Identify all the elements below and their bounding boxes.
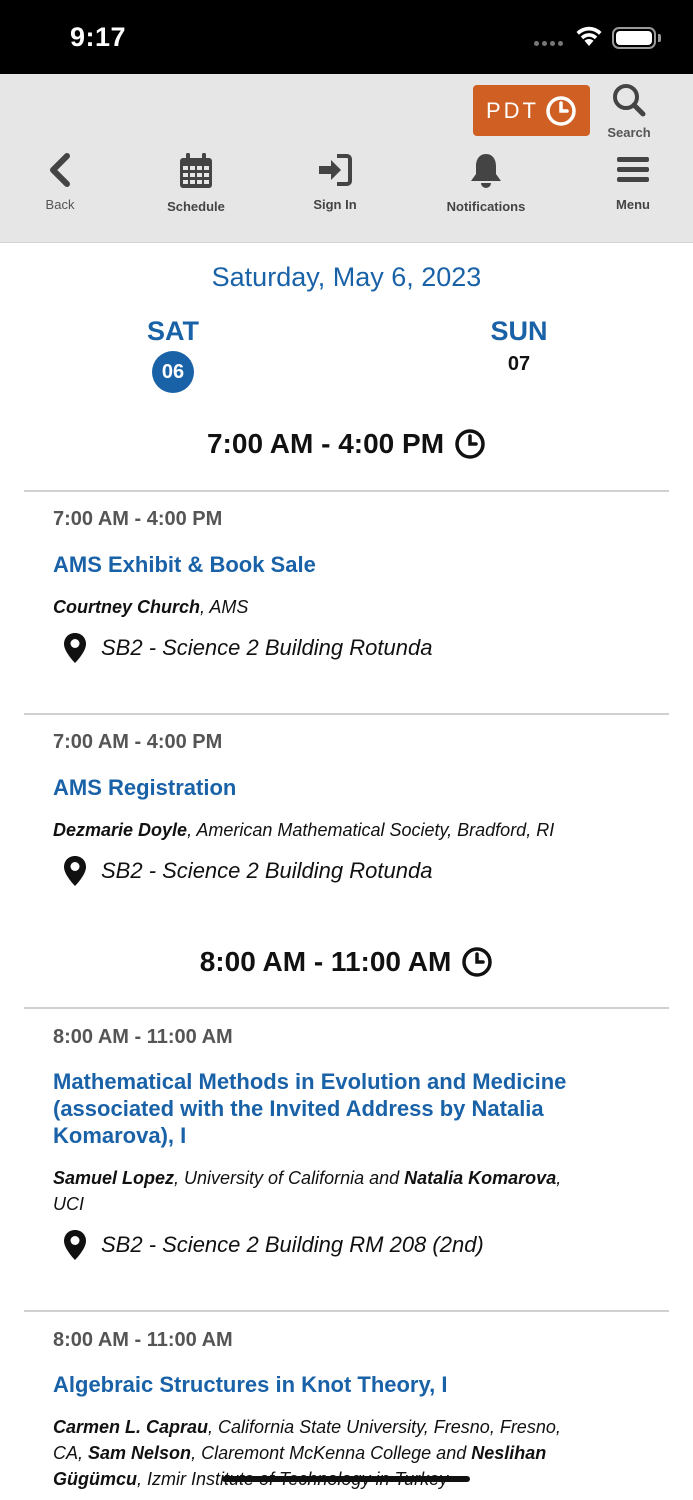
time-block-header: 8:00 AM - 11:00 AM bbox=[0, 946, 693, 978]
notifications-label: Notifications bbox=[446, 199, 526, 214]
clock-icon bbox=[546, 95, 576, 126]
person-affiliation: , AMS bbox=[200, 597, 249, 617]
day-tab-label: SAT bbox=[147, 316, 199, 346]
session-location: SB2 - Science 2 Building Rotunda bbox=[63, 855, 653, 887]
status-time: 9:17 bbox=[70, 22, 127, 52]
map-pin-icon bbox=[64, 856, 86, 886]
back-label: Back bbox=[45, 197, 75, 212]
divider bbox=[24, 713, 669, 715]
person-name: Samuel Lopez bbox=[53, 1168, 175, 1188]
divider bbox=[24, 1310, 669, 1312]
person-affiliation: , University of California and bbox=[174, 1168, 405, 1188]
location-text: SB2 - Science 2 Building Rotunda bbox=[101, 635, 433, 660]
session-time: 8:00 AM - 11:00 AM bbox=[53, 1026, 233, 1048]
sign-in-button[interactable]: Sign In bbox=[280, 152, 390, 212]
person-affiliation: , Claremont McKenna College and bbox=[191, 1443, 472, 1463]
chevron-left-icon bbox=[50, 153, 70, 187]
session-location: SB2 - Science 2 Building Rotunda bbox=[63, 632, 653, 664]
person-affiliation: UCI bbox=[53, 1194, 84, 1214]
person-name: Carmen L. Caprau bbox=[53, 1417, 209, 1437]
divider bbox=[24, 490, 669, 492]
person-name: Sam Nelson bbox=[88, 1443, 192, 1463]
time-block-header: 7:00 AM - 4:00 PM bbox=[0, 428, 693, 460]
person-affiliation: , American Mathematical Society, Bradfor… bbox=[187, 820, 555, 840]
session-title-line: (associated with the Invited Address by … bbox=[53, 1096, 544, 1121]
time-block-label: 8:00 AM - 11:00 AM bbox=[199, 946, 452, 977]
day-tab-sat[interactable]: SAT 06 bbox=[113, 316, 233, 393]
person-name: Dezmarie Doyle bbox=[53, 820, 188, 840]
session-title-line: Komarova), I bbox=[53, 1123, 187, 1148]
session-title[interactable]: Algebraic Structures in Knot Theory, I bbox=[53, 1371, 653, 1398]
session-item[interactable]: 7:00 AM - 4:00 PM AMS Registration Dezma… bbox=[53, 731, 653, 887]
map-pin-icon bbox=[64, 1230, 86, 1260]
battery-tip bbox=[658, 34, 661, 42]
timezone-label: PDT bbox=[486, 97, 539, 123]
person-name: Neslihan bbox=[471, 1443, 547, 1463]
notifications-button[interactable]: Notifications bbox=[431, 152, 541, 214]
time-block-label: 7:00 AM - 4:00 PM bbox=[206, 428, 445, 459]
hamburger-menu-icon bbox=[617, 157, 649, 182]
session-people: Dezmarie Doyle, American Mathematical So… bbox=[53, 817, 653, 843]
location-text: SB2 - Science 2 Building RM 208 (2nd) bbox=[101, 1232, 484, 1257]
sign-in-icon bbox=[319, 154, 352, 186]
battery-icon bbox=[612, 27, 656, 49]
person-affiliation: , California State University, Fresno, F… bbox=[208, 1417, 561, 1437]
session-item[interactable]: 7:00 AM - 4:00 PM AMS Exhibit & Book Sal… bbox=[53, 508, 653, 664]
wifi-icon bbox=[576, 26, 602, 46]
session-item[interactable]: 8:00 AM - 11:00 AM Mathematical Methods … bbox=[53, 1026, 653, 1261]
person-name: Gügümcu bbox=[53, 1469, 137, 1489]
calendar-icon bbox=[180, 153, 212, 188]
status-bar: 9:17 bbox=[0, 0, 693, 74]
clock-icon bbox=[462, 947, 493, 977]
home-indicator[interactable] bbox=[222, 1476, 470, 1482]
session-title[interactable]: AMS Exhibit & Book Sale bbox=[53, 551, 653, 578]
person-name: Natalia Komarova bbox=[404, 1168, 557, 1188]
session-title-line: Mathematical Methods in Evolution and Me… bbox=[53, 1069, 567, 1094]
person-affiliation: CA, bbox=[53, 1443, 89, 1463]
day-tab-number: 07 bbox=[507, 353, 531, 375]
timezone-button[interactable]: PDT bbox=[473, 85, 590, 136]
divider bbox=[24, 1007, 669, 1009]
menu-button[interactable]: Menu bbox=[578, 152, 688, 212]
session-item[interactable]: 8:00 AM - 11:00 AM Algebraic Structures … bbox=[53, 1329, 653, 1492]
session-title[interactable]: Mathematical Methods in Evolution and Me… bbox=[53, 1068, 653, 1149]
session-time: 7:00 AM - 4:00 PM bbox=[53, 508, 223, 530]
day-tab-sun[interactable]: SUN 07 bbox=[459, 316, 579, 376]
clock-icon bbox=[455, 429, 485, 459]
schedule-button[interactable]: Schedule bbox=[141, 152, 251, 214]
bell-icon bbox=[471, 154, 501, 188]
schedule-label: Schedule bbox=[167, 199, 225, 214]
session-people: Samuel Lopez, University of California a… bbox=[53, 1165, 653, 1217]
session-title[interactable]: AMS Registration bbox=[53, 774, 653, 801]
session-location: SB2 - Science 2 Building RM 208 (2nd) bbox=[63, 1229, 653, 1261]
top-toolbar: PDT Search Back Schedule Sign In Notific… bbox=[0, 74, 693, 243]
person-name: Courtney Church bbox=[53, 597, 201, 617]
search-label: Search bbox=[607, 125, 651, 140]
search-button[interactable]: Search bbox=[603, 82, 655, 140]
day-tab-number: 06 bbox=[152, 351, 194, 393]
person-affiliation: , bbox=[556, 1168, 562, 1188]
session-time: 7:00 AM - 4:00 PM bbox=[53, 731, 223, 753]
location-text: SB2 - Science 2 Building Rotunda bbox=[101, 858, 433, 883]
session-people: Courtney Church, AMS bbox=[53, 594, 653, 620]
session-time: 8:00 AM - 11:00 AM bbox=[53, 1329, 233, 1351]
sign-in-label: Sign In bbox=[313, 197, 357, 212]
back-button[interactable]: Back bbox=[5, 152, 115, 212]
search-icon bbox=[613, 84, 646, 117]
cellular-signal-icon bbox=[534, 41, 563, 46]
menu-label: Menu bbox=[616, 197, 650, 212]
day-tab-label: SUN bbox=[490, 316, 548, 346]
selected-date-title: Saturday, May 6, 2023 bbox=[211, 262, 482, 292]
map-pin-icon bbox=[64, 633, 86, 663]
